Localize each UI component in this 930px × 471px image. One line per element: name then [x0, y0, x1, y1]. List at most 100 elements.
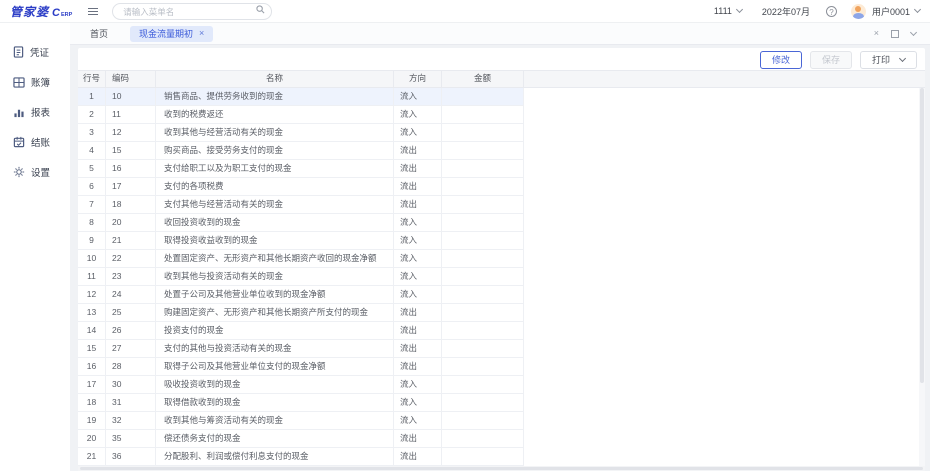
name-cell: 取得借款收到的现金	[156, 394, 394, 412]
table-row[interactable]: 1224处置子公司及其他营业单位收到的现金净额流入	[78, 286, 925, 304]
user-avatar[interactable]	[851, 4, 866, 19]
tab-list-chevron-icon[interactable]	[910, 29, 917, 36]
table-header-row: 行号编码名称方向金额	[78, 70, 925, 88]
amount-cell	[442, 178, 524, 196]
table-row[interactable]: 1426投资支付的现金流出	[78, 322, 925, 340]
name-cell: 支付其他与经营活动有关的现金	[156, 196, 394, 214]
table-row[interactable]: 1123收到其他与投资活动有关的现金流入	[78, 268, 925, 286]
table-row[interactable]: 2136分配股利、利润或偿付利息支付的现金流出	[78, 448, 925, 466]
menu-collapse-icon[interactable]	[88, 8, 98, 15]
row-number-cell: 17	[78, 376, 106, 394]
row-filler	[524, 304, 925, 322]
menu-search	[112, 2, 272, 21]
maximize-icon[interactable]	[891, 30, 899, 38]
table-row[interactable]: 110销售商品、提供劳务收到的现金流入	[78, 88, 925, 106]
row-filler	[524, 106, 925, 124]
table-row[interactable]: 1325购建固定资产、无形资产和其他长期资产所支付的现金流出	[78, 304, 925, 322]
row-filler	[524, 232, 925, 250]
amount-cell	[442, 142, 524, 160]
period-selector[interactable]: 2022年07月	[762, 5, 810, 18]
search-icon[interactable]	[256, 5, 265, 14]
table-row[interactable]: 921取得投资收益收到的现金流入	[78, 232, 925, 250]
sidebar-item-label: 报表	[31, 105, 50, 119]
direction-cell: 流入	[394, 232, 442, 250]
amount-cell	[442, 376, 524, 394]
print-button[interactable]: 打印	[860, 51, 917, 69]
direction-cell: 流入	[394, 268, 442, 286]
amount-cell	[442, 160, 524, 178]
table-row[interactable]: 312收到其他与经营活动有关的现金流入	[78, 124, 925, 142]
horizontal-scrollbar[interactable]	[78, 466, 925, 471]
table-row[interactable]: 211收到的税费返还流入	[78, 106, 925, 124]
code-cell: 10	[106, 88, 156, 106]
help-icon[interactable]: ?	[826, 6, 837, 17]
row-filler	[524, 88, 925, 106]
direction-cell: 流出	[394, 340, 442, 358]
direction-cell: 流入	[394, 286, 442, 304]
close-icon[interactable]: ×	[199, 29, 204, 38]
user-menu[interactable]: 用户0001	[872, 5, 920, 18]
table-row[interactable]: 718支付其他与经营活动有关的现金流出	[78, 196, 925, 214]
direction-cell: 流入	[394, 412, 442, 430]
sidebar-item-settings[interactable]: 设置	[0, 157, 70, 187]
code-cell: 20	[106, 214, 156, 232]
table-row[interactable]: 516支付给职工以及为职工支付的现金流出	[78, 160, 925, 178]
row-number-cell: 7	[78, 196, 106, 214]
code-cell: 12	[106, 124, 156, 142]
row-filler	[524, 448, 925, 466]
amount-cell	[442, 286, 524, 304]
row-number-cell: 13	[78, 304, 106, 322]
table-row[interactable]: 2035偿还债务支付的现金流出	[78, 430, 925, 448]
table-row[interactable]: 820收回投资收到的现金流入	[78, 214, 925, 232]
amount-cell	[442, 358, 524, 376]
save-button[interactable]: 保存	[810, 51, 852, 69]
account-set-dropdown[interactable]: 1111	[714, 6, 742, 16]
column-header: 方向	[394, 71, 442, 87]
code-cell: 22	[106, 250, 156, 268]
toolbar: 修改 保存 打印	[78, 48, 925, 70]
table-row[interactable]: 617支付的各项税费流出	[78, 178, 925, 196]
tab-home[interactable]: 首页	[80, 27, 118, 40]
table-row[interactable]: 415购买商品、接受劳务支付的现金流出	[78, 142, 925, 160]
tab-bar: 首页 现金流量期初 × ×	[70, 23, 930, 45]
tab-cash-flow-opening[interactable]: 现金流量期初 ×	[130, 26, 213, 42]
search-input[interactable]	[112, 3, 272, 20]
row-filler	[524, 196, 925, 214]
sidebar-item-report[interactable]: 报表	[0, 97, 70, 127]
logo-text: 管家婆	[10, 3, 49, 20]
name-cell: 支付的各项税费	[156, 178, 394, 196]
table-row[interactable]: 1932收到其他与筹资活动有关的现金流入	[78, 412, 925, 430]
row-filler	[524, 340, 925, 358]
row-number-cell: 21	[78, 448, 106, 466]
name-cell: 收到其他与筹资活动有关的现金	[156, 412, 394, 430]
close-all-tabs-icon[interactable]: ×	[874, 29, 879, 38]
row-number-cell: 11	[78, 268, 106, 286]
table-row[interactable]: 1628取得子公司及其他营业单位支付的现金净额流出	[78, 358, 925, 376]
code-cell: 27	[106, 340, 156, 358]
vertical-scrollbar[interactable]	[919, 88, 925, 466]
row-filler	[524, 268, 925, 286]
sidebar-item-ledger[interactable]: 账簿	[0, 67, 70, 97]
code-cell: 36	[106, 448, 156, 466]
amount-cell	[442, 250, 524, 268]
row-filler	[524, 412, 925, 430]
sidebar-item-label: 账簿	[31, 75, 50, 89]
sidebar-item-voucher[interactable]: 凭证	[0, 37, 70, 67]
row-number-cell: 4	[78, 142, 106, 160]
amount-cell	[442, 304, 524, 322]
name-cell: 分配股利、利润或偿付利息支付的现金	[156, 448, 394, 466]
row-number-cell: 16	[78, 358, 106, 376]
sidebar-item-closing[interactable]: 结账	[0, 127, 70, 157]
modify-button[interactable]: 修改	[760, 51, 802, 69]
gear-icon	[13, 166, 25, 178]
table-row[interactable]: 1831取得借款收到的现金流入	[78, 394, 925, 412]
name-cell: 支付给职工以及为职工支付的现金	[156, 160, 394, 178]
table-row[interactable]: 1730吸收投资收到的现金流入	[78, 376, 925, 394]
amount-cell	[442, 106, 524, 124]
column-header: 行号	[78, 71, 106, 87]
chevron-down-icon	[736, 6, 743, 13]
table-row[interactable]: 1022处置固定资产、无形资产和其他长期资产收回的现金净额流入	[78, 250, 925, 268]
top-bar: 管家婆 C ERP 1111 2022年07月 ? 用户0001	[0, 0, 930, 23]
table-row[interactable]: 1527支付的其他与投资活动有关的现金流出	[78, 340, 925, 358]
name-cell: 收回投资收到的现金	[156, 214, 394, 232]
